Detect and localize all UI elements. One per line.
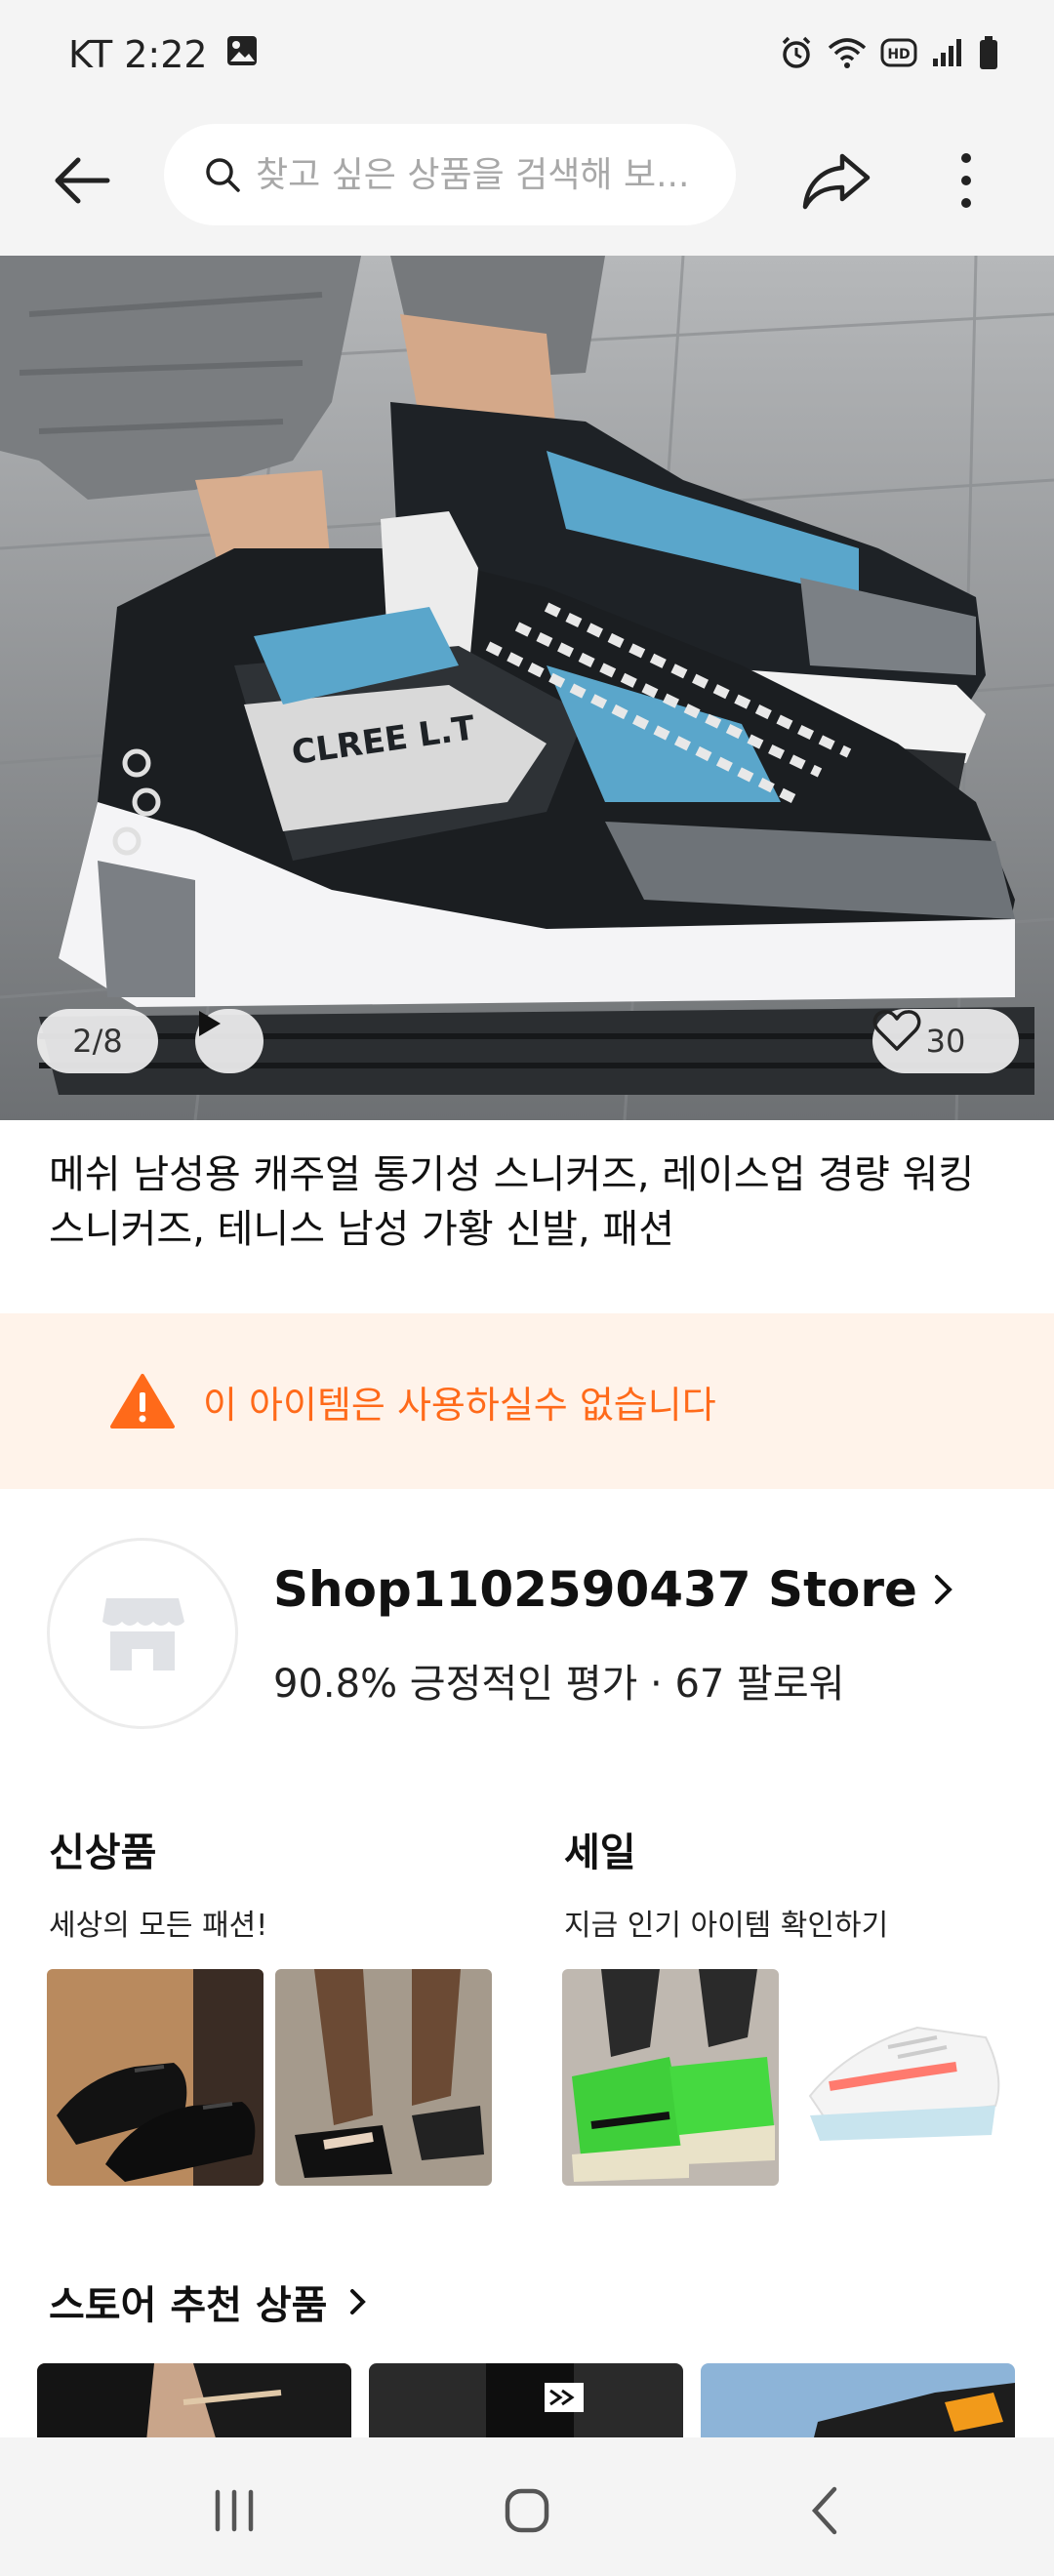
- promo-images: [562, 1969, 1007, 2186]
- back-arrow-icon: [55, 157, 110, 204]
- status-bar: KT 2:22 HD: [0, 0, 1054, 112]
- like-count: 30: [925, 1023, 966, 1060]
- system-back-button[interactable]: [781, 2476, 869, 2545]
- hd-icon: HD: [880, 38, 917, 71]
- promo-subtitle: 지금 인기 아이템 확인하기: [564, 1909, 889, 1943]
- recommend-item[interactable]: [37, 2363, 351, 2437]
- signal-icon: [931, 37, 964, 72]
- gallery-icon: [225, 33, 259, 76]
- search-input[interactable]: [256, 154, 714, 195]
- recommend-item[interactable]: [701, 2363, 1015, 2437]
- product-thumbnail[interactable]: [275, 1969, 492, 2186]
- chevron-right-icon: [350, 2289, 367, 2314]
- product-thumbnail[interactable]: [790, 1969, 1007, 2186]
- product-thumbnail[interactable]: [47, 1969, 264, 2186]
- warning-text: 이 아이템은 사용하실수 없습니다: [203, 1383, 716, 1427]
- store-name-link[interactable]: Shop1102590437 Store: [273, 1561, 954, 1618]
- store-stats: 90.8% 긍정적인 평가 · 67 팔로워: [273, 1662, 845, 1707]
- store-name: Shop1102590437 Store: [273, 1561, 917, 1618]
- promo-images: [47, 1969, 492, 2186]
- more-vertical-icon: [961, 153, 971, 208]
- product-thumbnail[interactable]: [562, 1969, 779, 2186]
- status-left: KT 2:22: [68, 33, 259, 76]
- product-photo: CLREE L.T: [0, 256, 1054, 1120]
- image-counter: 2/8: [37, 1009, 158, 1073]
- alarm-icon: [779, 35, 814, 74]
- unavailable-warning: 이 아이템은 사용하실수 없습니다: [0, 1313, 1054, 1489]
- store-recommend-link[interactable]: 스토어 추천 상품: [49, 2274, 368, 2330]
- recommend-title: 스토어 추천 상품: [49, 2283, 328, 2328]
- svg-text:HD: HD: [887, 47, 910, 62]
- promo-sale[interactable]: 세일 지금 인기 아이템 확인하기: [562, 1821, 1007, 2186]
- status-right: HD: [779, 35, 999, 74]
- more-options-button[interactable]: [937, 141, 995, 220]
- recommend-item[interactable]: [369, 2363, 683, 2437]
- chevron-right-icon: [934, 1575, 953, 1604]
- system-nav-bar: [0, 2437, 1054, 2576]
- back-button[interactable]: [43, 141, 121, 220]
- share-button[interactable]: [792, 141, 880, 220]
- like-button[interactable]: 30: [872, 1009, 1019, 1073]
- recent-apps-icon: [215, 2489, 254, 2532]
- battery-icon: [978, 35, 999, 74]
- promo-new-arrivals[interactable]: 신상품 세상의 모든 패션!: [47, 1821, 492, 2186]
- promo-title: 세일: [564, 1831, 636, 1875]
- chevron-left-icon: [811, 2486, 837, 2535]
- product-title: 메쉬 남성용 캐주얼 통기성 스니커즈, 레이스업 경량 워킹 스니커즈, 테니…: [49, 1152, 975, 1252]
- store-avatar[interactable]: [47, 1538, 238, 1729]
- promo-subtitle: 세상의 모든 패션!: [49, 1909, 268, 1943]
- heart-icon: [872, 1010, 921, 1051]
- product-image-carousel[interactable]: CLREE L.T 2/8 30: [0, 256, 1054, 1120]
- top-nav: [0, 112, 1054, 256]
- recommend-list: [37, 2363, 1017, 2437]
- carrier-time: KT 2:22: [68, 33, 208, 76]
- store-icon: [102, 1598, 184, 1670]
- promo-title: 신상품: [49, 1831, 157, 1875]
- recent-apps-button[interactable]: [190, 2476, 278, 2545]
- share-icon: [802, 153, 871, 210]
- search-bar[interactable]: [164, 124, 736, 225]
- warning-icon: [110, 1374, 175, 1429]
- home-icon: [505, 2488, 549, 2533]
- search-icon: [206, 158, 240, 192]
- play-video-button[interactable]: [195, 1009, 264, 1073]
- wifi-icon: [828, 36, 867, 73]
- home-button[interactable]: [483, 2476, 571, 2545]
- play-icon: [199, 1011, 221, 1036]
